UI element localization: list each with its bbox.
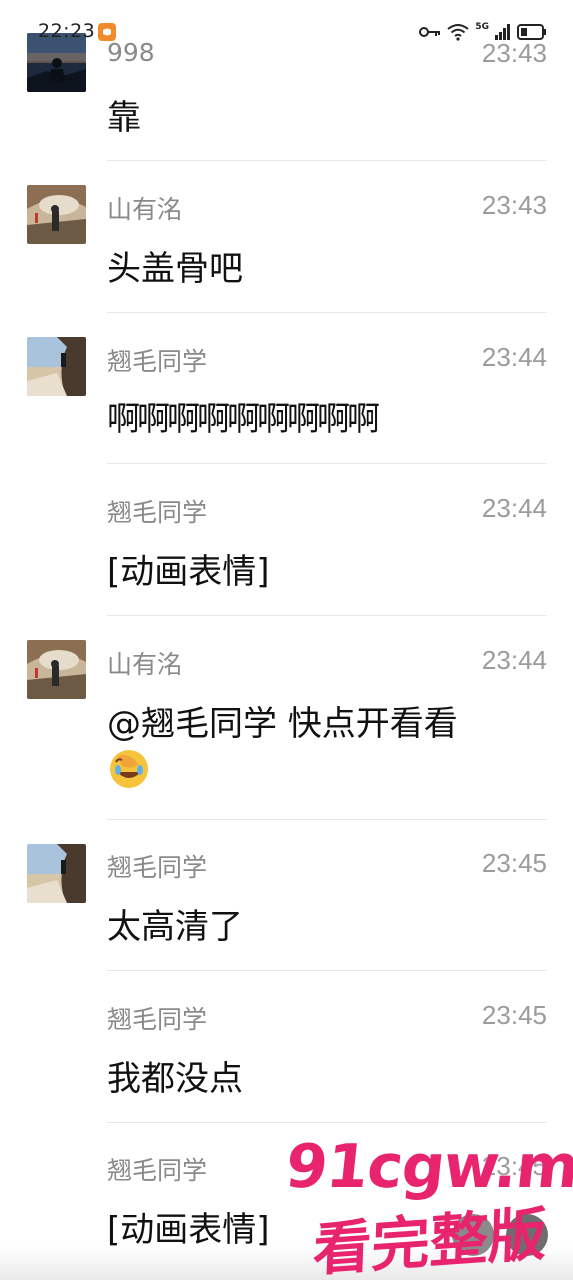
battery-icon <box>517 24 546 40</box>
message-time: 23:43 <box>481 38 547 68</box>
message-time: 23:45 <box>481 1000 547 1030</box>
divider <box>107 160 547 161</box>
message-time: 23:43 <box>481 190 547 220</box>
sender-name: 山有洺 <box>107 195 183 224</box>
message-text: @翘毛同学 快点开看看 <box>107 704 458 744</box>
message-time: 23:44 <box>481 493 547 523</box>
message-text: 头盖骨吧 <box>107 249 243 289</box>
app-notification-icon <box>98 23 116 41</box>
message-text: [动画表情] <box>107 552 270 592</box>
message-time: 23:44 <box>481 342 547 372</box>
avatar[interactable] <box>27 337 86 396</box>
signal-icon <box>495 24 510 40</box>
sender-name: 翘毛同学 <box>107 1005 208 1034</box>
message-text: 啊啊啊啊啊啊啊啊啊 <box>107 399 380 438</box>
divider <box>107 615 547 616</box>
sender-name: 翘毛同学 <box>107 498 208 527</box>
facepalm-laughing-emoji <box>108 748 150 790</box>
divider <box>107 819 547 820</box>
message-time: 23:44 <box>481 645 547 675</box>
divider <box>107 1122 547 1123</box>
sender-name: 翘毛同学 <box>107 1156 208 1185</box>
watermark-slogan: 看完整版 <box>312 1199 548 1284</box>
message-text: 太高清了 <box>107 907 243 947</box>
network-type: 5G <box>475 22 489 32</box>
message-text: 靠 <box>107 98 141 138</box>
message-time: 23:45 <box>481 848 547 878</box>
key-icon <box>419 27 441 37</box>
sender-name: 翘毛同学 <box>107 347 208 376</box>
sender-name: 998 <box>107 38 155 67</box>
avatar[interactable] <box>27 185 86 244</box>
sender-name: 翘毛同学 <box>107 853 208 882</box>
divider <box>107 463 547 464</box>
message-text: [动画表情] <box>107 1210 270 1250</box>
status-icons: 5G <box>419 22 547 42</box>
status-bar: 22:23 5G <box>0 0 573 42</box>
divider <box>107 312 547 313</box>
status-time: 22:23 <box>38 20 96 42</box>
wifi-icon <box>447 24 469 41</box>
avatar[interactable] <box>27 640 86 699</box>
divider <box>107 970 547 971</box>
message-text: 我都没点 <box>107 1059 243 1099</box>
sender-name: 山有洺 <box>107 650 183 679</box>
avatar[interactable] <box>27 844 86 903</box>
